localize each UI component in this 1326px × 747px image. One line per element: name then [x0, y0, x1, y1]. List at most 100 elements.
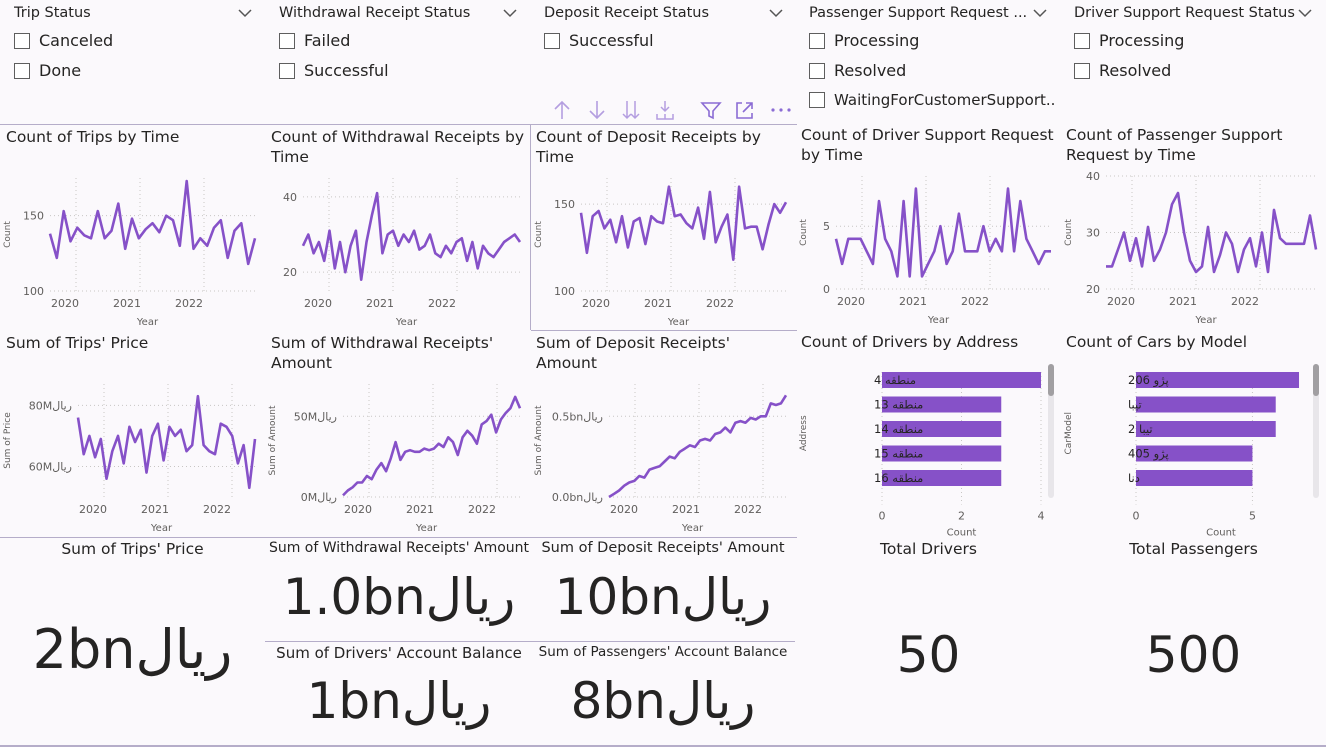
category-label: پژو 405	[1128, 447, 1169, 462]
card-title: Total Passengers	[1129, 540, 1258, 558]
x-tick-label: 2022	[1231, 295, 1259, 308]
card-title: Sum of Passengers' Account Balance	[538, 644, 788, 660]
checkbox-box[interactable]	[809, 62, 825, 79]
checkbox-box[interactable]	[809, 92, 825, 108]
y-axis-title: Address	[799, 415, 809, 451]
checkbox-box[interactable]	[279, 62, 295, 79]
filter-icon[interactable]	[700, 100, 722, 120]
chart-passenger-support-by-time[interactable]: 20 30 40 2020 2021 2022 Year Count	[1061, 166, 1326, 330]
y-tick-label: 40	[283, 191, 297, 204]
x-axis-title: Count	[947, 528, 977, 538]
visual-title-cars-by-model: Count of Cars by Model	[1066, 333, 1247, 351]
checkbox-box[interactable]	[544, 32, 560, 49]
x-axis-title: Year	[415, 523, 438, 534]
checkbox-box[interactable]	[279, 32, 295, 49]
x-tick-label: 2020	[582, 297, 610, 310]
x-tick-label: 4	[1038, 510, 1045, 523]
checkbox-box[interactable]	[14, 62, 30, 79]
chevron-down-icon[interactable]	[238, 8, 252, 18]
category-label: تیبا	[1128, 398, 1142, 412]
checkbox-option[interactable]: Processing	[809, 31, 919, 50]
scrollbar-thumb[interactable]	[1048, 364, 1054, 396]
checkbox-option[interactable]: Resolved	[1074, 61, 1171, 80]
card-title: Sum of Withdrawal Receipts' Amount	[268, 540, 530, 556]
x-tick-label: 2021	[899, 295, 927, 308]
visual-title-deposit-by-time: Count of Deposit Receipts by Time	[536, 128, 761, 166]
checkbox-option[interactable]: Failed	[279, 31, 350, 50]
y-tick-label: 150	[554, 198, 575, 211]
x-tick-label: 0	[1133, 510, 1140, 523]
checkbox-box[interactable]	[1074, 62, 1090, 79]
visual-title-drivers-by-address: Count of Drivers by Address	[801, 333, 1019, 351]
chart-drivers-by-address[interactable]: 0 2 4 منطقه 4 منطقه 13 منطقه 14 منطقه 15 منطقه …	[796, 360, 1061, 537]
checkbox-box[interactable]	[14, 32, 30, 49]
y-tick-label: 20	[283, 266, 297, 279]
chart-deposit-amount[interactable]: 0.0bnریال 0.5bnریال 2020 2021 2022 Year Sum of…	[531, 374, 796, 537]
checkbox-box[interactable]	[1074, 32, 1090, 49]
x-axis-title: Year	[927, 315, 950, 326]
slicer-title: Withdrawal Receipt Status	[279, 5, 471, 21]
checkbox-option[interactable]: Processing	[1074, 31, 1184, 50]
y-tick-label: 50Mریال	[294, 410, 337, 423]
x-tick-label: 2022	[428, 297, 456, 310]
chart-cars-by-model[interactable]: 0 5 پژو 206 تیبا تیبا 2 پژو 405 دنا Count CarMod…	[1061, 360, 1326, 537]
category-label: دنا	[1128, 471, 1140, 485]
divider	[0, 124, 797, 125]
x-tick-label: 2022	[961, 295, 989, 308]
arrow-down-icon[interactable]	[587, 99, 607, 121]
x-tick-label: 2	[958, 510, 965, 523]
double-arrow-down-icon[interactable]	[621, 99, 641, 121]
chevron-down-icon[interactable]	[1033, 8, 1047, 18]
y-tick-label: 40	[1086, 170, 1100, 183]
series-line	[76, 394, 257, 490]
checkbox-option[interactable]: Done	[14, 61, 81, 80]
series-line	[301, 191, 522, 281]
slicer-title: Driver Support Request Status	[1074, 5, 1295, 21]
chart-withdrawal-by-time[interactable]: 20 40 2020 2021 2022 Year	[265, 168, 530, 328]
chevron-down-icon[interactable]	[1298, 8, 1312, 18]
focus-mode-icon[interactable]	[734, 100, 756, 120]
x-tick-label: 2022	[203, 503, 231, 516]
x-tick-label: 2020	[610, 503, 638, 516]
checkbox-option[interactable]: WaitingForCustomerSupport...	[809, 91, 1057, 109]
x-tick-label: 2022	[734, 503, 762, 516]
y-tick-label: 80Mریال	[29, 399, 72, 412]
slicer-title: Trip Status	[14, 5, 91, 21]
x-axis-title: Year	[667, 317, 690, 328]
chart-driver-support-by-time[interactable]: 0 5 2020 2021 2022 Year Count	[796, 166, 1061, 330]
checkbox-box[interactable]	[809, 32, 825, 49]
y-axis-title: Count	[534, 221, 544, 248]
visual-title-withdrawal-by-time: Count of Withdrawal Receipts by Time	[271, 128, 525, 166]
expand-hierarchy-icon[interactable]	[654, 99, 676, 121]
card-title: Total Drivers	[880, 540, 977, 558]
scrollbar-thumb[interactable]	[1313, 364, 1319, 396]
y-tick-label: 100	[23, 285, 44, 298]
x-tick-label: 2021	[1169, 295, 1197, 308]
card-value: 2bnریال	[32, 618, 233, 681]
arrow-up-icon[interactable]	[552, 99, 572, 121]
card-value: 50	[896, 626, 961, 684]
chevron-down-icon[interactable]	[769, 8, 783, 18]
card-value: 500	[1145, 626, 1242, 684]
series-line	[834, 187, 1051, 278]
x-tick-label: 2020	[51, 297, 79, 310]
checkbox-option[interactable]: Successful	[544, 31, 654, 50]
x-axis-title: Year	[1194, 315, 1217, 326]
category-label: منطقه 13	[874, 398, 923, 412]
category-label: منطقه 14	[874, 422, 923, 436]
x-tick-label: 2021	[406, 503, 434, 516]
chart-withdrawal-amount[interactable]: 0Mریال 50Mریال 2020 2021 2022 Year Sum of Amou…	[265, 374, 530, 537]
checkbox-option[interactable]: Successful	[279, 61, 389, 80]
more-options-icon[interactable]	[770, 106, 792, 114]
card-value: 1.0bnریال	[282, 568, 516, 626]
visual-header-toolbar	[546, 96, 796, 124]
chart-trips-by-time[interactable]: 100 150 2020 2021 2022 Year Count	[0, 168, 265, 328]
chart-deposit-by-time[interactable]: 100 150 2020 2021 2022 Year Count	[531, 168, 796, 328]
slicer-title: Passenger Support Request ...	[809, 5, 1028, 21]
chart-trips-price[interactable]: 60Mریال 80Mریال 2020 2021 2022 Year Sum of Pri…	[0, 374, 265, 537]
checkbox-option[interactable]: Canceled	[14, 31, 113, 50]
chevron-down-icon[interactable]	[503, 8, 517, 18]
bar	[1136, 421, 1276, 437]
checkbox-option[interactable]: Resolved	[809, 61, 906, 80]
y-axis-title: CarModel	[1064, 412, 1074, 455]
